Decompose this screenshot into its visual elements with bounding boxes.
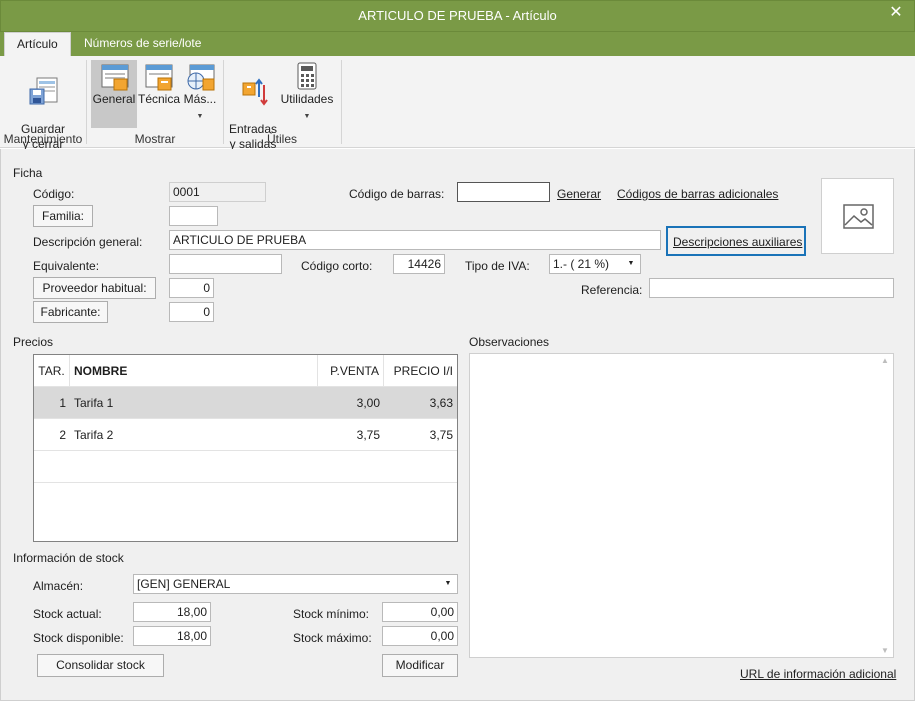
codigos-barras-adicionales-link[interactable]: Códigos de barras adicionales: [617, 187, 778, 201]
save-close-button[interactable]: Guardar y cerrar: [18, 60, 68, 151]
cell-tar: 2: [59, 428, 66, 442]
stock-minimo-field[interactable]: 0,00: [382, 602, 458, 622]
observaciones-section-label: Observaciones: [469, 335, 550, 349]
column-header-tar[interactable]: TAR.: [34, 355, 70, 387]
column-header-precio-ii[interactable]: PRECIO I/I: [384, 355, 457, 387]
save-close-icon: [29, 77, 58, 105]
technical-view-icon: [145, 64, 173, 91]
precios-section-label: Precios: [13, 335, 54, 349]
url-informacion-adicional-link[interactable]: URL de información adicional: [740, 667, 896, 681]
referencia-field[interactable]: [649, 278, 894, 298]
codigo-barras-label: Código de barras:: [349, 187, 445, 201]
table-row[interactable]: 2 Tarifa 2 3,75 3,75: [34, 419, 457, 451]
inputs-outputs-button[interactable]: Entradas y salidas: [228, 60, 278, 151]
chevron-down-icon[interactable]: ▼: [624, 255, 638, 273]
familia-button[interactable]: Familia:: [33, 205, 93, 227]
scroll-down-icon[interactable]: ▼: [877, 646, 893, 655]
cell-tar: 1: [59, 396, 66, 410]
chevron-down-icon: ▼: [303, 113, 311, 120]
descripciones-auxiliares-box[interactable]: Descripciones auxiliares: [666, 226, 806, 256]
equivalente-field[interactable]: [169, 254, 282, 274]
descripcion-label: Descripción general:: [33, 235, 143, 249]
image-placeholder[interactable]: [821, 178, 894, 254]
almacen-label: Almacén:: [33, 579, 84, 593]
general-view-button[interactable]: General: [91, 60, 137, 128]
technical-view-button[interactable]: Técnica: [138, 60, 181, 128]
consolidar-stock-button[interactable]: Consolidar stock: [37, 654, 164, 677]
utilities-button[interactable]: Utilidades ▼: [280, 60, 334, 130]
proveedor-habitual-button[interactable]: Proveedor habitual:: [33, 277, 156, 299]
tipo-iva-value: 1.- ( 21 %): [553, 257, 610, 271]
inputs-outputs-icon: [242, 78, 268, 106]
stock-disponible-field[interactable]: 18,00: [133, 626, 211, 646]
modificar-button[interactable]: Modificar: [382, 654, 458, 677]
stock-actual-field[interactable]: 18,00: [133, 602, 211, 622]
cell-precio-ii: 3,75: [429, 428, 453, 442]
group-mantenimiento-label: Mantenimiento: [3, 132, 83, 146]
group-mostrar-label: Mostrar: [134, 132, 176, 146]
codigo-corto-label: Código corto:: [301, 259, 373, 273]
cell-pventa: 3,75: [356, 428, 380, 442]
stock-maximo-field[interactable]: 0,00: [382, 626, 458, 646]
fabricante-button[interactable]: Fabricante:: [33, 301, 108, 323]
almacen-value: [GEN] GENERAL: [137, 577, 231, 591]
grid-header-row: TAR. NOMBRE P.VENTA PRECIO I/I: [34, 355, 457, 387]
almacen-select[interactable]: [GEN] GENERAL ▼: [133, 574, 458, 594]
observaciones-textarea[interactable]: [469, 353, 894, 658]
chevron-down-icon[interactable]: ▼: [441, 575, 455, 593]
more-views-label: Más...: [183, 92, 217, 106]
close-icon[interactable]: ✕: [885, 2, 907, 24]
cell-precio-ii: 3,63: [429, 396, 453, 410]
cell-nombre: Tarifa 1: [74, 396, 114, 410]
table-row[interactable]: 1 Tarifa 1 3,00 3,63: [34, 387, 457, 419]
stock-section-label: Información de stock: [13, 551, 124, 565]
column-header-pventa[interactable]: P.VENTA: [318, 355, 384, 387]
general-view-icon: [101, 64, 129, 91]
codigo-corto-field[interactable]: 14426: [393, 254, 445, 274]
chevron-down-icon: ▼: [196, 113, 204, 120]
tab-articulo[interactable]: Artículo: [4, 32, 71, 57]
calculator-icon: [297, 62, 317, 90]
column-header-nombre[interactable]: NOMBRE: [70, 355, 318, 387]
group-utiles-label: Útiles: [266, 132, 297, 146]
descripcion-field[interactable]: ARTICULO DE PRUEBA: [169, 230, 661, 250]
stock-maximo-label: Stock máximo:: [293, 631, 372, 645]
fabricante-field[interactable]: 0: [169, 302, 214, 322]
window-title: ARTICULO DE PRUEBA - Artículo: [358, 8, 557, 23]
cell-pventa: 3,00: [356, 396, 380, 410]
ribbon-separator: [341, 60, 342, 144]
tipo-iva-label: Tipo de IVA:: [465, 259, 530, 273]
proveedor-field[interactable]: 0: [169, 278, 214, 298]
familia-field[interactable]: [169, 206, 218, 226]
observaciones-scrollbar[interactable]: ▲ ▼: [877, 354, 893, 657]
cell-nombre: Tarifa 2: [74, 428, 114, 442]
codigo-barras-field[interactable]: [457, 182, 550, 202]
scroll-up-icon[interactable]: ▲: [877, 356, 893, 365]
codigo-field: 0001: [169, 182, 266, 202]
codigo-label: Código:: [33, 187, 75, 201]
stock-minimo-label: Stock mínimo:: [293, 607, 370, 621]
generar-link[interactable]: Generar: [557, 187, 601, 201]
image-icon: [843, 204, 874, 229]
equivalente-label: Equivalente:: [33, 259, 100, 273]
stock-actual-label: Stock actual:: [33, 607, 102, 621]
referencia-label: Referencia:: [581, 283, 643, 297]
general-view-label: General: [92, 92, 136, 106]
ribbon-separator: [86, 60, 87, 144]
tipo-iva-select[interactable]: 1.- ( 21 %) ▼: [549, 254, 641, 274]
technical-view-label: Técnica: [138, 92, 181, 106]
more-views-icon: [187, 64, 215, 91]
ribbon: Guardar y cerrar Mantenimiento General T…: [0, 56, 915, 151]
more-views-button[interactable]: Más... ▼: [180, 60, 220, 130]
precios-grid[interactable]: TAR. NOMBRE P.VENTA PRECIO I/I 1 Tarifa …: [33, 354, 458, 542]
tab-numeros-serie-lote[interactable]: Números de serie/lote: [72, 32, 213, 57]
ficha-section-label: Ficha: [13, 166, 43, 180]
descripciones-auxiliares-link[interactable]: Descripciones auxiliares: [673, 235, 802, 249]
utilities-label: Utilidades: [280, 92, 334, 106]
stock-disponible-label: Stock disponible:: [33, 631, 124, 645]
table-row-empty[interactable]: [34, 451, 457, 483]
